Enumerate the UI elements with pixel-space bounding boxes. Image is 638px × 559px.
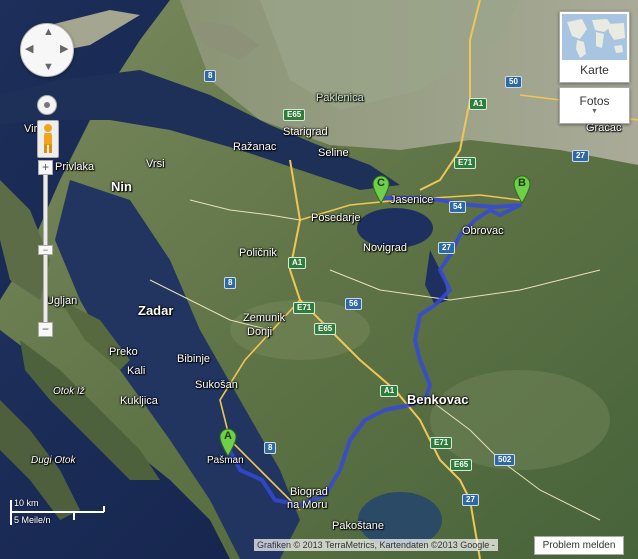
- place-biograd-na-moru: na Moru: [287, 499, 328, 511]
- road-shield-a1: A1: [380, 385, 399, 397]
- map-thumbnail: [562, 14, 627, 60]
- road-shield-8: 8: [264, 442, 277, 454]
- chevron-down-icon: ▼: [591, 108, 598, 115]
- road-shield-54: 54: [449, 201, 466, 213]
- pan-control[interactable]: ▲ ▼ ◀ ▶: [20, 23, 74, 77]
- zoom-slider-knob[interactable]: −: [38, 245, 53, 255]
- place-starigrad: Starigrad: [283, 126, 328, 138]
- place-preko: Preko: [109, 346, 138, 358]
- road-shield-a1: A1: [469, 98, 488, 110]
- route-marker-b-label: B: [518, 177, 526, 189]
- place-bibinje: Bibinje: [177, 353, 211, 365]
- place-vrsi: Vrsi: [146, 158, 165, 170]
- place-seline: Seline: [318, 147, 349, 159]
- place-posedarje: Posedarje: [311, 212, 361, 224]
- route-marker-c-label: C: [377, 177, 385, 189]
- road-shield-27: 27: [462, 494, 479, 506]
- photos-label: Fotos: [579, 94, 610, 108]
- zoom-in-button[interactable]: +: [38, 160, 53, 175]
- road-shield-8: 8: [224, 277, 237, 289]
- road-shield-502: 502: [494, 454, 516, 466]
- pan-up-icon[interactable]: ▲: [43, 27, 54, 38]
- pegman-icon: [44, 124, 52, 153]
- road-shield-a1: A1: [288, 257, 307, 269]
- road-shield-27: 27: [572, 150, 589, 162]
- place-sukosan: Sukošan: [195, 379, 238, 391]
- place-obrovac: Obrovac: [462, 225, 504, 237]
- place-dugi-otok: Dugi Otok: [31, 455, 76, 466]
- scale-lines: [10, 500, 105, 525]
- place-nin: Nin: [111, 179, 132, 194]
- place-razanac: Ražanac: [233, 141, 277, 153]
- map-type-label: Karte: [580, 63, 609, 77]
- place-jasenice: Jasenice: [390, 194, 434, 206]
- report-problem-button[interactable]: Problem melden: [534, 536, 624, 555]
- map-viewport[interactable]: Paklenica Starigrad Ražanac Seline Jasen…: [0, 0, 638, 559]
- route-marker-c[interactable]: C: [371, 174, 391, 204]
- road-shield-e65: E65: [314, 323, 337, 335]
- road-shield-e71: E71: [454, 157, 477, 169]
- road-shield-27: 27: [438, 242, 455, 254]
- satellite-imagery: [0, 0, 638, 559]
- place-kali: Kali: [127, 365, 146, 377]
- road-shield-e65: E65: [283, 109, 306, 121]
- street-view-pegman[interactable]: [37, 120, 59, 158]
- place-pakostane: Pakoštane: [332, 520, 384, 532]
- photos-toggle-button[interactable]: Fotos ▼: [559, 87, 630, 124]
- route-marker-a[interactable]: A: [218, 427, 238, 457]
- map-copyright: Grafiken © 2013 TerraMetrics, Kartendate…: [254, 539, 498, 551]
- place-otok-iz: Otok Iž: [53, 386, 85, 397]
- place-zemunik: Zemunik: [243, 312, 286, 324]
- place-novigrad: Novigrad: [363, 242, 408, 254]
- road-shield-e71: E71: [430, 437, 453, 449]
- map-type-karte-button[interactable]: Karte: [559, 11, 630, 83]
- place-zadar: Zadar: [138, 303, 174, 318]
- road-shield-8: 8: [204, 70, 217, 82]
- road-shield-e65: E65: [450, 459, 473, 471]
- place-benkovac: Benkovac: [407, 392, 469, 407]
- place-zemunik-donji: Donji: [247, 326, 273, 338]
- place-biograd: Biograd: [290, 486, 328, 498]
- road-shield-50: 50: [505, 76, 522, 88]
- road-shield-e71: E71: [293, 302, 316, 314]
- world-map-icon: [562, 14, 627, 60]
- route-marker-b[interactable]: B: [512, 174, 532, 204]
- place-kukljica: Kukljica: [120, 395, 158, 407]
- place-privlaka: Privlaka: [55, 161, 95, 173]
- road-shield-56: 56: [345, 298, 362, 310]
- pan-down-icon[interactable]: ▼: [43, 62, 54, 73]
- place-paklenica: Paklenica: [316, 92, 364, 104]
- place-policnik: Poličnik: [239, 247, 277, 259]
- zoom-out-button[interactable]: −: [38, 322, 53, 337]
- dot-icon: [44, 102, 50, 108]
- scale-bar: 10 km 5 Meile/n: [10, 498, 106, 528]
- reset-view-button[interactable]: [37, 95, 57, 115]
- route-marker-a-label: A: [224, 430, 232, 442]
- pan-left-icon[interactable]: ◀: [25, 44, 33, 55]
- place-vir: Vir: [24, 123, 38, 135]
- pan-right-icon[interactable]: ▶: [60, 44, 68, 55]
- zoom-control[interactable]: + − −: [38, 160, 53, 338]
